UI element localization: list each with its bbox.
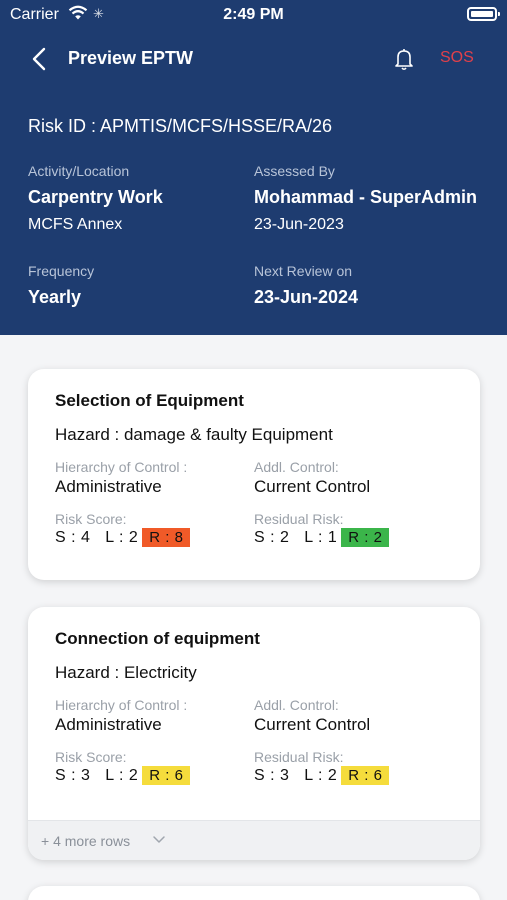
- page-title: Preview EPTW: [68, 48, 194, 68]
- activity-label: Activity/Location: [28, 163, 130, 179]
- risk-rating-badge: R : 8: [142, 528, 191, 547]
- card-hazard: Hazard : Electricity: [55, 663, 197, 682]
- location-value: MCFS Annex: [28, 216, 123, 233]
- more-rows-toggle[interactable]: + 4 more rows: [28, 820, 480, 860]
- residual-score-sl: S : 2 L : 1: [254, 529, 338, 546]
- hierarchy-value: Administrative: [55, 477, 162, 496]
- hierarchy-label: Hierarchy of Control :: [55, 459, 188, 475]
- frequency-value: Yearly: [28, 287, 82, 307]
- header: Carrier ✳ 2:49 PM Preview EPTW SOS Risk …: [0, 0, 507, 335]
- hierarchy-value: Administrative: [55, 715, 162, 734]
- risk-score: S : 4 L : 2R : 8: [55, 528, 191, 547]
- assessed-by-label: Assessed By: [254, 163, 335, 179]
- back-chevron-icon[interactable]: [28, 45, 52, 73]
- battery-icon: [467, 7, 500, 21]
- assessed-date: 23-Jun-2023: [254, 216, 344, 233]
- card-title: Selection of Equipment: [55, 391, 244, 410]
- status-time: 2:49 PM: [223, 6, 284, 23]
- card-hazard: Hazard : damage & faulty Equipment: [55, 425, 333, 444]
- sos-button[interactable]: SOS: [440, 49, 474, 67]
- addl-control-value: Current Control: [254, 715, 371, 734]
- next-review-label: Next Review on: [254, 263, 353, 279]
- residual-risk-score: S : 3 L : 2R : 6: [254, 766, 390, 785]
- frequency-label: Frequency: [28, 263, 95, 279]
- residual-rating-badge: R : 2: [341, 528, 390, 547]
- residual-risk-score: S : 2 L : 1R : 2: [254, 528, 390, 547]
- addl-control-value: Current Control: [254, 477, 371, 496]
- residual-score-sl: S : 3 L : 2: [254, 767, 338, 784]
- hazard-card[interactable]: Connection of equipment Hazard : Electri…: [28, 607, 480, 860]
- addl-control-label: Addl. Control:: [254, 459, 339, 475]
- risk-rating-badge: R : 6: [142, 766, 191, 785]
- residual-risk-label: Residual Risk:: [254, 511, 344, 527]
- hierarchy-label: Hierarchy of Control :: [55, 697, 188, 713]
- residual-rating-badge: R : 6: [341, 766, 390, 785]
- risk-id: Risk ID : APMTIS/MCFS/HSSE/RA/26: [28, 116, 333, 136]
- card-title: Connection of equipment: [55, 629, 260, 648]
- next-review-value: 23-Jun-2024: [254, 287, 359, 307]
- activity-value: Carpentry Work: [28, 187, 163, 207]
- risk-score-sl: S : 3 L : 2: [55, 767, 139, 784]
- hazard-card[interactable]: Selection of Equipment Hazard : damage &…: [28, 369, 480, 580]
- addl-control-label: Addl. Control:: [254, 697, 339, 713]
- risk-score-sl: S : 4 L : 2: [55, 529, 139, 546]
- hazard-card[interactable]: [28, 886, 480, 900]
- chevron-down-icon: [153, 836, 165, 843]
- risk-score: S : 3 L : 2R : 6: [55, 766, 191, 785]
- bell-icon[interactable]: [392, 46, 416, 72]
- risk-score-label: Risk Score:: [55, 511, 127, 527]
- residual-risk-label: Residual Risk:: [254, 749, 344, 765]
- more-rows-label: + 4 more rows: [41, 833, 131, 849]
- assessed-by-value: Mohammad - SuperAdmin: [254, 187, 478, 207]
- status-bar: Carrier ✳ 2:49 PM: [0, 0, 507, 30]
- risk-score-label: Risk Score:: [55, 749, 127, 765]
